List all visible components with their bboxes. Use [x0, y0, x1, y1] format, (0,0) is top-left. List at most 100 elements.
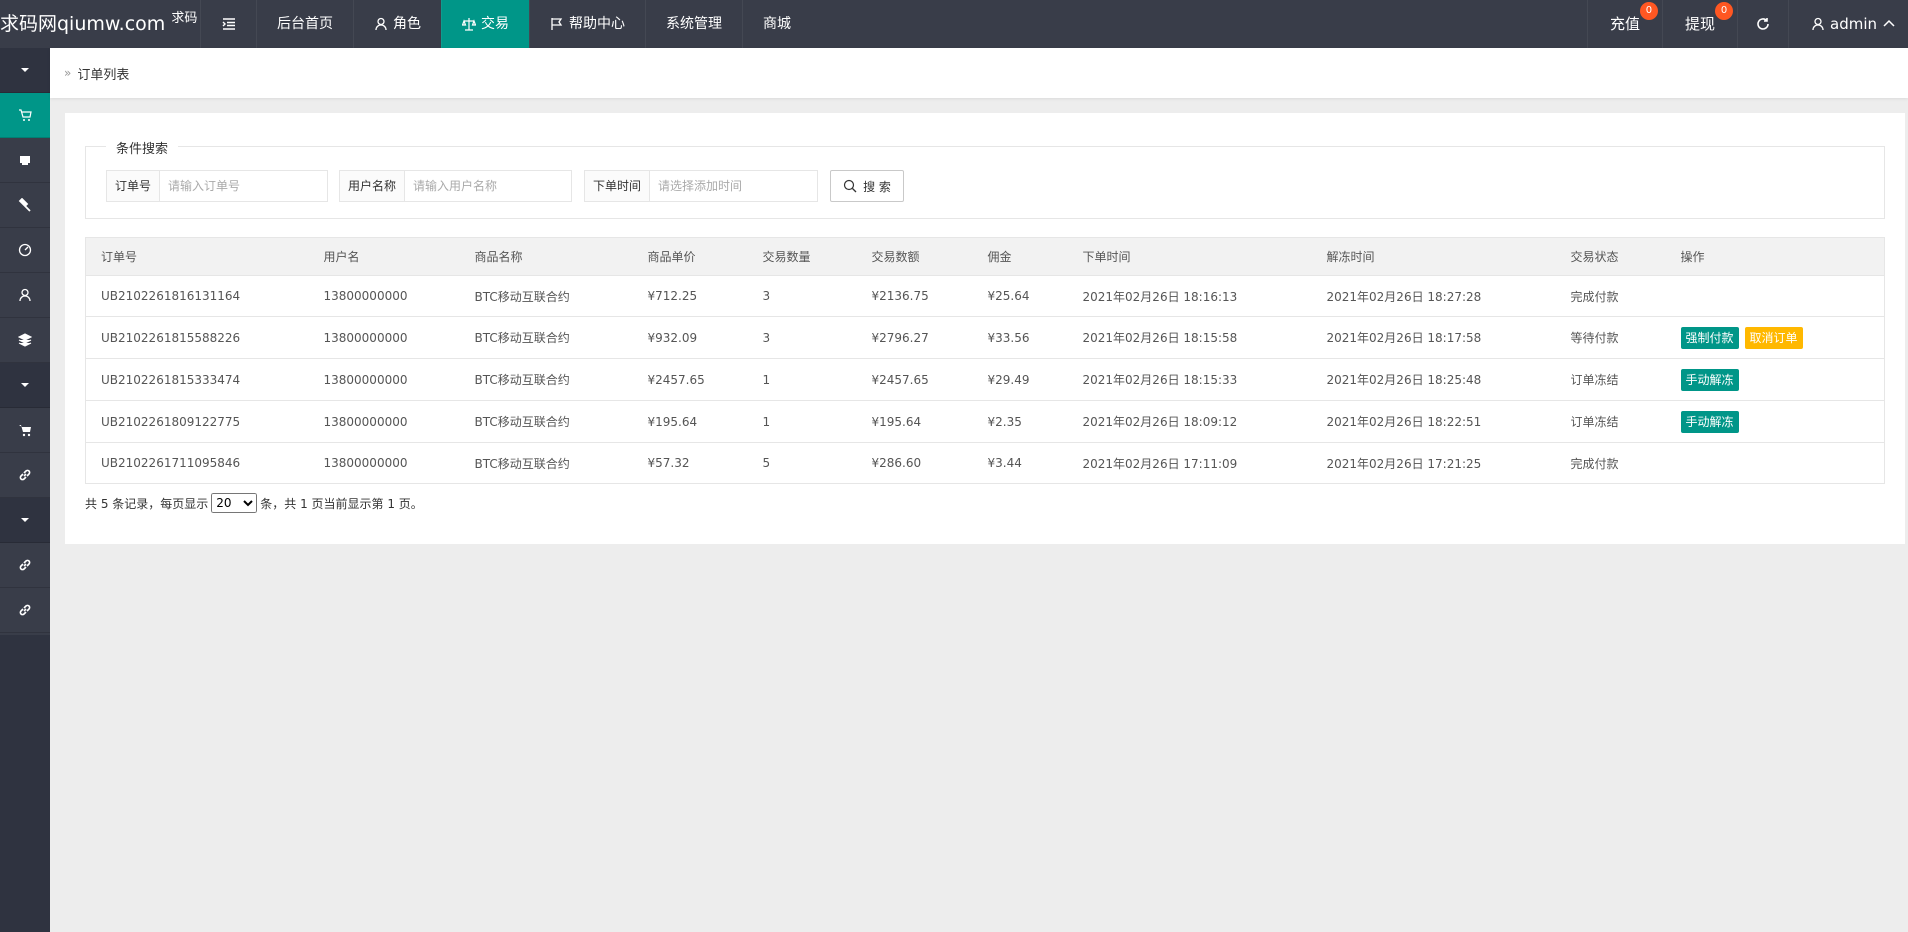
- unit-price-cell: ¥57.32: [632, 442, 748, 484]
- nav-item-label: 商城: [763, 16, 791, 32]
- order-search-input[interactable]: [160, 171, 327, 201]
- sidebar-item-cart[interactable]: [0, 93, 50, 138]
- table-row: UB2102261815588226 13800000000 BTC移动互联合约 ¥9…: [85, 316, 1885, 359]
- actions-cell: 手动解冻: [1665, 358, 1885, 401]
- column-header: 佣金: [972, 237, 1068, 276]
- double-chevron-right-icon: »: [64, 66, 72, 80]
- user-search-field: 用户名称: [339, 170, 572, 202]
- product-name-cell: BTC移动互联合约: [459, 400, 633, 443]
- user-icon: [1812, 17, 1824, 31]
- right-nav: 充值 0 提现 0 admin: [1586, 0, 1908, 48]
- order-time-cell: 2021年02月26日 18:09:12: [1067, 400, 1312, 443]
- nav-item-label: 后台首页: [277, 16, 333, 32]
- logo: 求码网qiumw.com 求码 ...: [0, 0, 200, 48]
- withdraw-badge: 0: [1715, 2, 1733, 20]
- nav-item-system[interactable]: 系统管理: [645, 0, 742, 48]
- commission-cell: ¥29.49: [972, 358, 1068, 401]
- status-cell: 等待付款: [1555, 316, 1666, 359]
- unit-price-cell: ¥932.09: [632, 316, 748, 359]
- column-header: 下单时间: [1067, 237, 1312, 276]
- order-time-cell: 2021年02月26日 18:15:58: [1067, 316, 1312, 359]
- nav-item-mall[interactable]: 商城: [742, 0, 811, 48]
- top-header: 求码网qiumw.com 求码 ... 后台首页 角色 交易 帮助中心 系统管理…: [0, 0, 1908, 48]
- amount-cell: ¥2457.65: [856, 358, 973, 401]
- product-name-cell: BTC移动互联合约: [459, 358, 633, 401]
- withdraw-label: 提现: [1684, 15, 1715, 33]
- user-menu[interactable]: admin: [1788, 0, 1908, 48]
- cart-icon: [19, 109, 32, 121]
- nav-item-label: 角色: [393, 16, 421, 32]
- order-time-cell: 2021年02月26日 18:16:13: [1067, 275, 1312, 317]
- refresh-button[interactable]: [1737, 0, 1788, 48]
- cart-icon: [19, 425, 31, 437]
- column-header: 解冻时间: [1311, 237, 1556, 276]
- order-time-cell: 2021年02月26日 18:15:33: [1067, 358, 1312, 401]
- user-name: admin: [1830, 15, 1877, 33]
- cancel-order-button[interactable]: 取消订单: [1744, 326, 1803, 349]
- sidebar-item-layers[interactable]: [0, 318, 50, 363]
- sidebar-item-link[interactable]: [0, 543, 50, 588]
- order-search-field: 订单号: [106, 170, 328, 202]
- column-header: 操作: [1665, 237, 1885, 276]
- sidebar-item-shop[interactable]: [0, 408, 50, 453]
- column-header: 交易状态: [1555, 237, 1666, 276]
- page-size-select[interactable]: 20: [211, 493, 258, 513]
- commission-cell: ¥2.35: [972, 400, 1068, 443]
- user-search-input[interactable]: [405, 171, 572, 201]
- unfreeze-time-cell: 2021年02月26日 17:21:25: [1311, 442, 1556, 484]
- amount-cell: ¥2796.27: [856, 316, 973, 359]
- table-row: UB2102261711095846 13800000000 BTC移动互联合约 ¥5…: [85, 442, 1885, 484]
- caret-down-icon: [21, 68, 29, 72]
- table-row: UB2102261809122775 13800000000 BTC移动互联合约 ¥1…: [85, 400, 1885, 443]
- nav-item-trade[interactable]: 交易: [441, 0, 529, 48]
- username-cell: 13800000000: [308, 400, 460, 443]
- recharge-button[interactable]: 充值 0: [1586, 0, 1662, 48]
- link-icon: [19, 559, 31, 571]
- column-header: 用户名: [308, 237, 460, 276]
- nav-item-help[interactable]: 帮助中心: [529, 0, 645, 48]
- user-icon: [375, 17, 387, 31]
- user-search-label: 用户名称: [340, 171, 406, 201]
- quantity-cell: 1: [747, 400, 857, 443]
- sidebar-group-toggle[interactable]: [0, 498, 50, 543]
- search-legend: 条件搜索: [106, 138, 179, 157]
- commission-cell: ¥33.56: [972, 316, 1068, 359]
- order-time-cell: 2021年02月26日 17:11:09: [1067, 442, 1312, 484]
- unfreeze-time-cell: 2021年02月26日 18:25:48: [1311, 358, 1556, 401]
- product-name-cell: BTC移动互联合约: [459, 442, 633, 484]
- sidebar-item-user[interactable]: [0, 273, 50, 318]
- hammer-icon: [18, 198, 31, 212]
- sidebar-item-hammer[interactable]: [0, 183, 50, 228]
- sidebar-item-link[interactable]: [0, 588, 50, 633]
- unfreeze-time-cell: 2021年02月26日 18:17:58: [1311, 316, 1556, 359]
- unit-price-cell: ¥2457.65: [632, 358, 748, 401]
- sidebar-group-toggle[interactable]: [0, 48, 50, 93]
- amount-cell: ¥195.64: [856, 400, 973, 443]
- recharge-label: 充值: [1609, 15, 1640, 33]
- actions-cell: 强制付款 取消订单: [1665, 316, 1885, 359]
- force-pay-button[interactable]: 强制付款: [1680, 326, 1739, 349]
- chevron-up-icon: [1883, 19, 1895, 27]
- sidebar-item-dashboard[interactable]: [0, 228, 50, 273]
- nav-item-home[interactable]: 后台首页: [256, 0, 353, 48]
- nav-item-role[interactable]: 角色: [353, 0, 441, 48]
- status-cell: 完成付款: [1555, 275, 1666, 317]
- manual-unfreeze-button[interactable]: 手动解冻: [1680, 368, 1739, 391]
- book-icon: [20, 156, 30, 165]
- sidebar-item-link[interactable]: [0, 453, 50, 498]
- pager-suffix: 条，共 1 页当前显示第 1 页。: [260, 496, 423, 511]
- unfreeze-time-cell: 2021年02月26日 18:22:51: [1311, 400, 1556, 443]
- quantity-cell: 1: [747, 358, 857, 401]
- sidebar-item-book[interactable]: [0, 138, 50, 183]
- time-search-input[interactable]: [650, 171, 817, 201]
- pager-prefix: 共 5 条记录，每页显示: [85, 496, 209, 511]
- column-header: 订单号: [85, 237, 309, 276]
- manual-unfreeze-button[interactable]: 手动解冻: [1680, 410, 1739, 433]
- sidebar-group-toggle[interactable]: [0, 363, 50, 408]
- withdraw-button[interactable]: 提现 0: [1661, 0, 1737, 48]
- sidebar-toggle-button[interactable]: [200, 0, 256, 48]
- nav-item-label: 帮助中心: [569, 16, 625, 32]
- search-button[interactable]: 搜 索: [830, 170, 904, 202]
- breadcrumb: » 订单列表: [50, 48, 1908, 98]
- search-icon: [843, 179, 857, 193]
